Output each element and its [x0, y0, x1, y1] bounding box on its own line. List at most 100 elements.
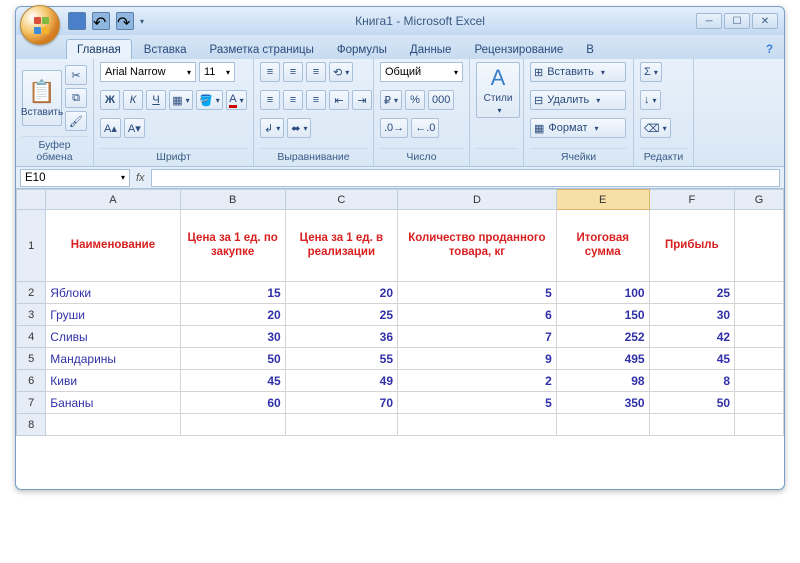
border-button[interactable]: ▦: [169, 90, 193, 110]
align-bottom-button[interactable]: ≡: [306, 62, 326, 82]
bold-button[interactable]: Ж: [100, 90, 120, 110]
percent-button[interactable]: %: [405, 90, 425, 110]
cell[interactable]: 42: [649, 326, 734, 348]
col-header-C[interactable]: C: [285, 190, 397, 210]
cell[interactable]: 30: [649, 304, 734, 326]
cell-B1[interactable]: Цена за 1 ед. по закупке: [180, 210, 285, 282]
cell-G1[interactable]: [735, 210, 784, 282]
tab-home[interactable]: Главная: [66, 39, 132, 59]
tab-view[interactable]: В: [575, 39, 605, 59]
cell[interactable]: 9: [398, 348, 557, 370]
cell[interactable]: 5: [398, 282, 557, 304]
cell[interactable]: [735, 326, 784, 348]
cell[interactable]: [735, 282, 784, 304]
select-all-corner[interactable]: [17, 190, 46, 210]
cell[interactable]: Мандарины: [46, 348, 180, 370]
formula-input[interactable]: [151, 169, 780, 187]
format-cells-button[interactable]: ▦Формат: [530, 118, 626, 138]
help-button[interactable]: ?: [755, 39, 784, 59]
cell[interactable]: 6: [398, 304, 557, 326]
tab-pagelayout[interactable]: Разметка страницы: [199, 39, 325, 59]
underline-button[interactable]: Ч: [146, 90, 166, 110]
comma-button[interactable]: 000: [428, 90, 454, 110]
orientation-button[interactable]: ⟲: [329, 62, 353, 82]
insert-cells-button[interactable]: ⊞Вставить: [530, 62, 626, 82]
cell[interactable]: 2: [398, 370, 557, 392]
name-box[interactable]: E10▾: [20, 169, 130, 187]
col-header-A[interactable]: A: [46, 190, 180, 210]
col-header-B[interactable]: B: [180, 190, 285, 210]
cell[interactable]: [735, 392, 784, 414]
cell[interactable]: Сливы: [46, 326, 180, 348]
cell[interactable]: 100: [556, 282, 649, 304]
cell[interactable]: 20: [180, 304, 285, 326]
align-top-button[interactable]: ≡: [260, 62, 280, 82]
cell[interactable]: 5: [398, 392, 557, 414]
cell[interactable]: 20: [285, 282, 397, 304]
font-name-select[interactable]: Arial Narrow: [100, 62, 196, 82]
cell[interactable]: 55: [285, 348, 397, 370]
col-header-F[interactable]: F: [649, 190, 734, 210]
merge-button[interactable]: ⬌: [287, 118, 311, 138]
cell[interactable]: 15: [180, 282, 285, 304]
styles-button[interactable]: A Стили: [476, 62, 520, 118]
cell[interactable]: Груши: [46, 304, 180, 326]
cut-button[interactable]: ✂: [65, 65, 87, 85]
cell[interactable]: 36: [285, 326, 397, 348]
shrink-font-button[interactable]: A▾: [124, 118, 145, 138]
cell[interactable]: 8: [649, 370, 734, 392]
cell[interactable]: Яблоки: [46, 282, 180, 304]
number-format-select[interactable]: Общий: [380, 62, 463, 82]
cell[interactable]: Бананы: [46, 392, 180, 414]
currency-button[interactable]: ₽: [380, 90, 402, 110]
minimize-button[interactable]: ─: [696, 13, 722, 29]
cell[interactable]: 50: [649, 392, 734, 414]
cell-A1[interactable]: Наименование: [46, 210, 180, 282]
cell[interactable]: 70: [285, 392, 397, 414]
tab-data[interactable]: Данные: [399, 39, 463, 59]
cell[interactable]: 25: [649, 282, 734, 304]
copy-button[interactable]: ⧉: [65, 88, 87, 108]
font-size-select[interactable]: 11: [199, 62, 235, 82]
fill-color-button[interactable]: 🪣: [196, 90, 223, 110]
align-middle-button[interactable]: ≡: [283, 62, 303, 82]
col-header-G[interactable]: G: [735, 190, 784, 210]
cell[interactable]: 25: [285, 304, 397, 326]
cell[interactable]: Киви: [46, 370, 180, 392]
row-header[interactable]: 2: [17, 282, 46, 304]
row-header[interactable]: 5: [17, 348, 46, 370]
row-header-8[interactable]: 8: [17, 414, 46, 436]
cell[interactable]: 49: [285, 370, 397, 392]
cell[interactable]: 350: [556, 392, 649, 414]
tab-formulas[interactable]: Формулы: [326, 39, 398, 59]
font-color-button[interactable]: A: [226, 90, 247, 110]
decrease-indent-button[interactable]: ⇤: [329, 90, 349, 110]
cell[interactable]: 252: [556, 326, 649, 348]
row-header[interactable]: 7: [17, 392, 46, 414]
cell[interactable]: 495: [556, 348, 649, 370]
increase-indent-button[interactable]: ⇥: [352, 90, 372, 110]
tab-review[interactable]: Рецензирование: [463, 39, 574, 59]
cell[interactable]: 50: [180, 348, 285, 370]
increase-decimal-button[interactable]: .0→: [380, 118, 408, 138]
delete-cells-button[interactable]: ⊟Удалить: [530, 90, 626, 110]
row-header[interactable]: 6: [17, 370, 46, 392]
undo-icon[interactable]: ↶: [92, 12, 110, 30]
align-left-button[interactable]: ≡: [260, 90, 280, 110]
cell[interactable]: 150: [556, 304, 649, 326]
col-header-D[interactable]: D: [398, 190, 557, 210]
wrap-text-button[interactable]: ↲: [260, 118, 284, 138]
decrease-decimal-button[interactable]: ←.0: [411, 118, 439, 138]
cell[interactable]: 30: [180, 326, 285, 348]
italic-button[interactable]: К: [123, 90, 143, 110]
grow-font-button[interactable]: A▴: [100, 118, 121, 138]
col-header-E[interactable]: E: [556, 190, 649, 210]
align-right-button[interactable]: ≡: [306, 90, 326, 110]
tab-insert[interactable]: Вставка: [133, 39, 198, 59]
cell[interactable]: 7: [398, 326, 557, 348]
cell-D1[interactable]: Количество проданного товара, кг: [398, 210, 557, 282]
autosum-button[interactable]: Σ: [640, 62, 662, 82]
row-header[interactable]: 3: [17, 304, 46, 326]
redo-icon[interactable]: ↷: [116, 12, 134, 30]
fx-icon[interactable]: fx: [136, 172, 145, 184]
